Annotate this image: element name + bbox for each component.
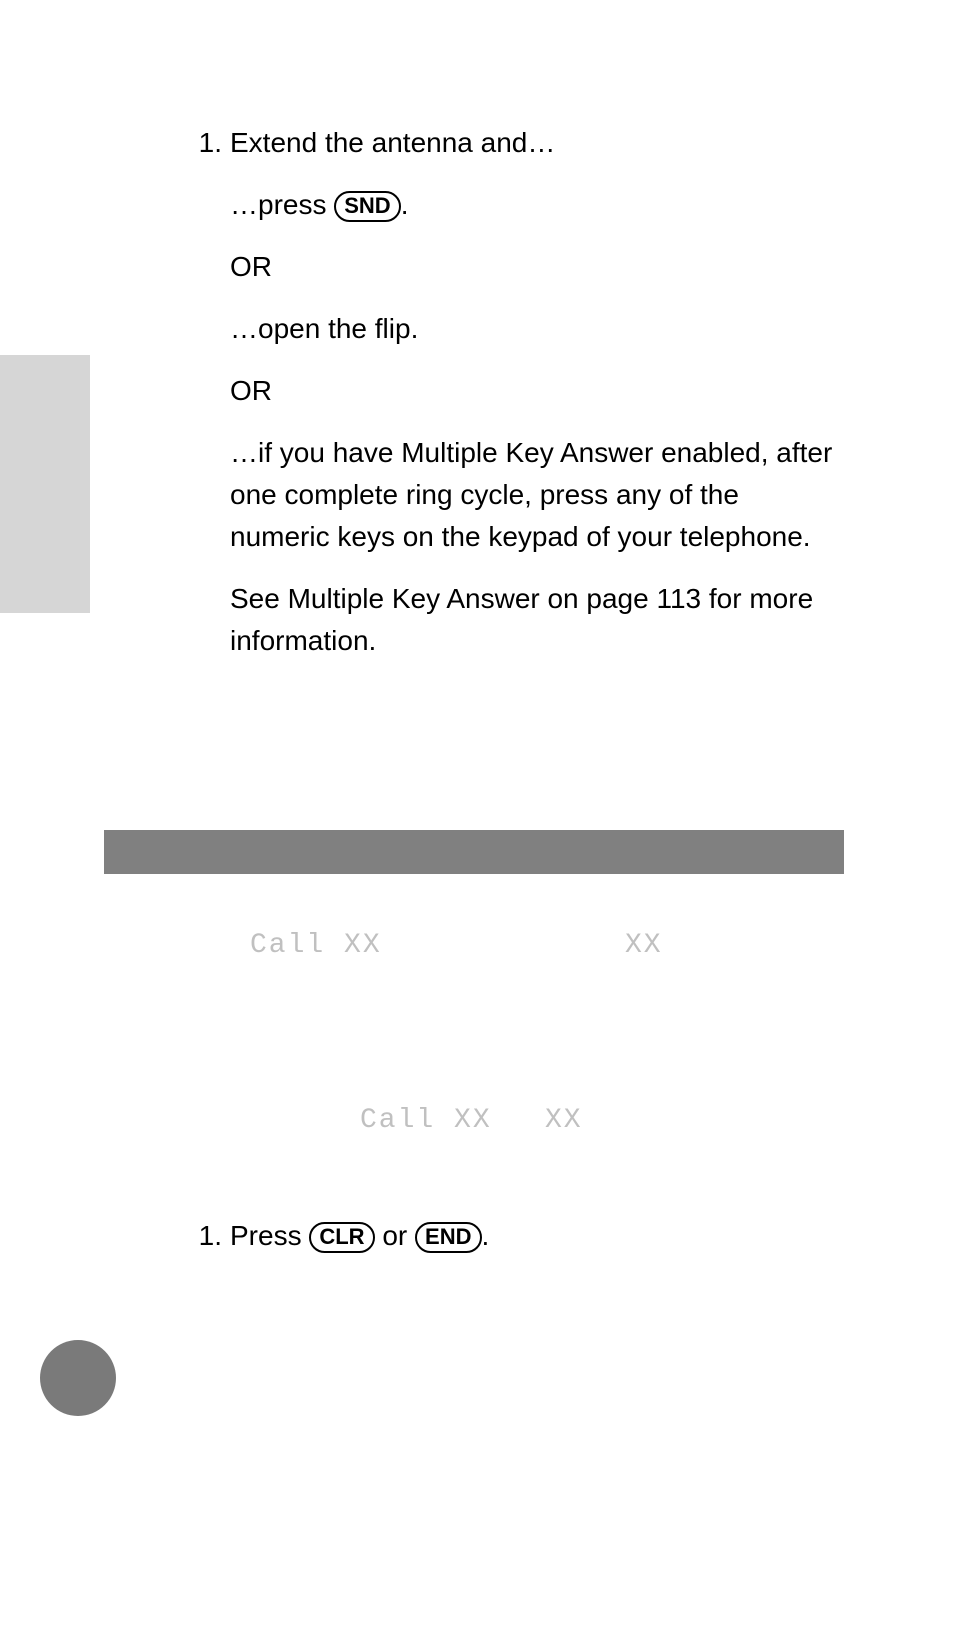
text-period: . (401, 189, 409, 220)
display-xx-2: XX (545, 1105, 583, 1136)
step-line-1: Extend the antenna and… (230, 122, 840, 164)
or-2: OR (230, 370, 840, 412)
or-1: OR (230, 246, 840, 288)
step-1: 1. Extend the antenna and… …press SND. O… (180, 122, 840, 682)
step-number: 1. (180, 122, 222, 682)
main-content: 1. Extend the antenna and… …press SND. O… (180, 122, 840, 690)
text-period-2: . (482, 1220, 490, 1251)
display-callxx-1: Call XX (250, 930, 382, 961)
step-line-3: …open the flip. (230, 308, 840, 350)
end-key: END (415, 1222, 481, 1252)
step-body: Extend the antenna and… …press SND. OR …… (230, 122, 840, 682)
content-2: 1. Press CLR or END. (180, 1215, 840, 1265)
text-press: …press (230, 189, 334, 220)
display-xx-1: XX (625, 930, 663, 961)
step-body-2: Press CLR or END. (230, 1215, 840, 1257)
text-or: or (375, 1220, 415, 1251)
step-line-4: …if you have Multiple Key Answer enabled… (230, 432, 840, 558)
section-bar (104, 830, 844, 874)
text-press-2: Press (230, 1220, 309, 1251)
side-tab (0, 355, 90, 613)
step-number-2: 1. (180, 1215, 222, 1257)
snd-key: SND (334, 191, 400, 221)
display-callxx-2: Call XX (360, 1105, 492, 1136)
step-line-2: …press SND. (230, 184, 840, 226)
step-line-5: See Multiple Key Answer on page 113 for … (230, 578, 840, 662)
page-number-circle (40, 1340, 116, 1416)
clr-key: CLR (309, 1222, 374, 1252)
step-2: 1. Press CLR or END. (180, 1215, 840, 1257)
